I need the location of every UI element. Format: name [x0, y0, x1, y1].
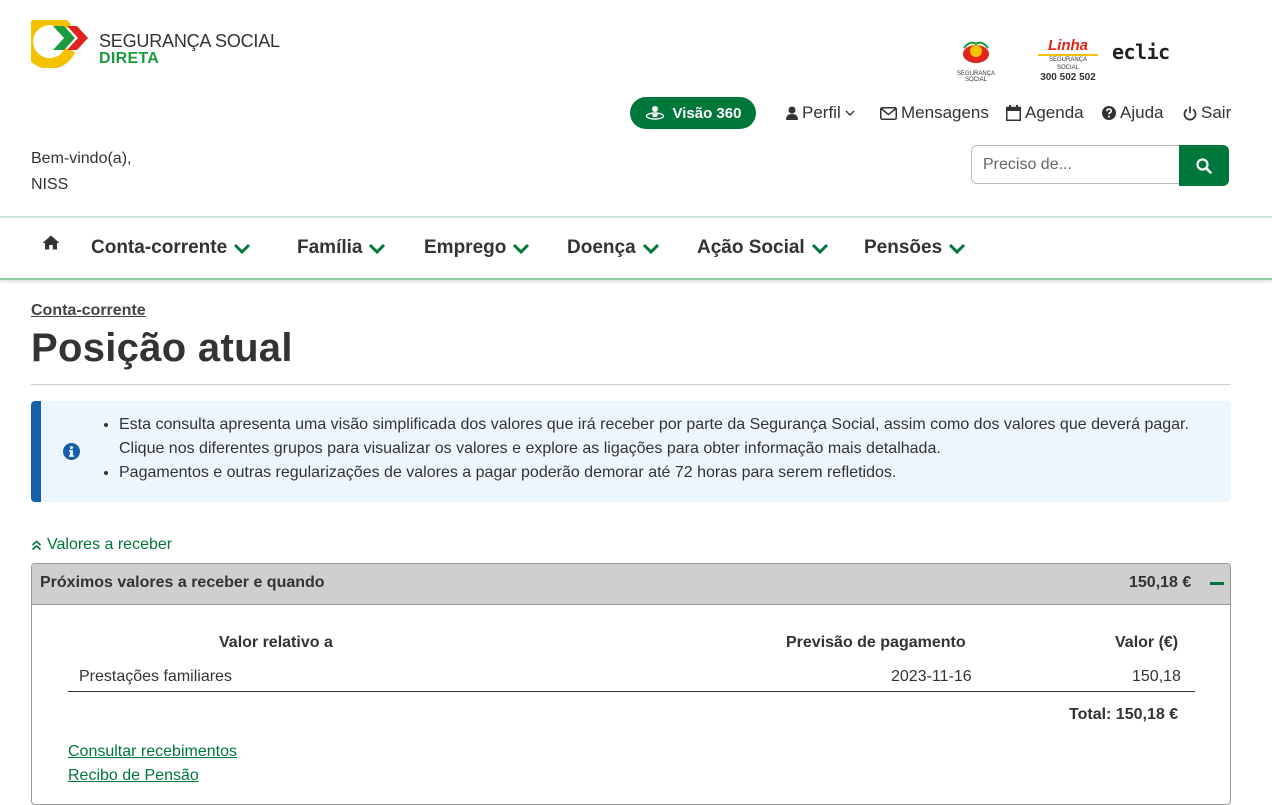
nav-item-label: Doença	[567, 237, 636, 258]
nav-item-familia[interactable]: Família	[297, 237, 386, 259]
ajuda-link[interactable]: Ajuda	[1102, 103, 1163, 123]
chevron-down-icon	[949, 243, 966, 254]
nav-item-acao-social[interactable]: Ação Social	[697, 237, 829, 259]
welcome-greeting: Bem-vindo(a),	[31, 150, 132, 167]
chevron-down-icon	[234, 243, 251, 254]
linha-partner-logo[interactable]: Linha SEGURANÇA SOCIAL 300 502 502	[1038, 38, 1098, 83]
mensagens-link[interactable]: Mensagens	[880, 103, 989, 123]
column-header-valor: Valor (€)	[1115, 634, 1179, 651]
nav-home[interactable]	[42, 235, 60, 255]
toggle-label: Valores a receber	[47, 536, 173, 553]
info-item: Pagamentos e outras regularizações de va…	[119, 461, 1229, 485]
visao-360-button[interactable]: Visão 360	[630, 97, 756, 129]
envelope-icon	[880, 106, 897, 120]
nav-item-label: Pensões	[864, 237, 943, 258]
welcome-user: NISS	[31, 176, 69, 193]
nav-item-label: Conta-corrente	[91, 237, 228, 258]
search-input[interactable]	[971, 145, 1179, 184]
title-divider	[31, 384, 1231, 385]
logo-mark-icon	[31, 20, 88, 68]
panel-header[interactable]: Próximos valores a receber e quando 150,…	[32, 564, 1230, 605]
partner1-caption: SEGURANÇA SOCIAL	[956, 71, 995, 83]
welcome-block: Bem-vindo(a), NISS	[31, 146, 131, 198]
table-divider	[68, 691, 1195, 692]
breadcrumb[interactable]: Conta-corrente	[31, 302, 146, 320]
info-circle-icon	[63, 443, 80, 460]
nav-item-label: Família	[297, 237, 363, 258]
search-bar	[971, 145, 1230, 186]
proximos-valores-panel: Próximos valores a receber e quando 150,…	[31, 563, 1231, 805]
mensagens-label: Mensagens	[901, 103, 989, 122]
seguranca-social-emblem-icon	[963, 41, 989, 63]
nav-item-label: Ação Social	[697, 237, 805, 258]
nav-item-doenca[interactable]: Doença	[567, 237, 660, 259]
column-header-valor-relativo: Valor relativo a	[219, 634, 333, 651]
consultar-recebimentos-link[interactable]: Consultar recebimentos	[68, 743, 237, 761]
main-nav: Conta-corrente Família Emprego Doença Aç…	[0, 216, 1272, 280]
nav-item-emprego[interactable]: Emprego	[424, 237, 530, 259]
chevron-down-icon	[369, 243, 386, 254]
home-icon	[42, 235, 60, 250]
linha-phone: 300 502 502	[1040, 72, 1096, 83]
info-alert: Esta consulta apresenta uma visão simpli…	[31, 401, 1231, 502]
search-icon	[1196, 157, 1212, 174]
panel-title: Próximos valores a receber e quando	[40, 574, 325, 591]
chevron-down-icon	[642, 243, 659, 254]
page-title: Posição atual	[31, 326, 293, 370]
agenda-label: Agenda	[1025, 103, 1084, 122]
ajuda-label: Ajuda	[1120, 103, 1164, 122]
nav-item-conta-corrente[interactable]: Conta-corrente	[91, 237, 251, 259]
column-header-previsao: Previsão de pagamento	[786, 634, 966, 651]
agenda-link[interactable]: Agenda	[1006, 103, 1084, 123]
recibo-de-pensao-link[interactable]: Recibo de Pensão	[68, 767, 199, 785]
logo-subtitle: DIRETA	[99, 50, 160, 67]
person-orbit-icon	[645, 106, 664, 120]
visao-360-label: Visão 360	[672, 104, 742, 122]
eclic-wordmark: eclic	[1112, 40, 1170, 64]
perfil-menu[interactable]: Perfil	[786, 103, 855, 123]
info-item: Esta consulta apresenta uma visão simpli…	[119, 413, 1229, 461]
logo-title: SEGURANÇA SOCIAL	[99, 31, 280, 51]
linha-wordmark: Linha	[1038, 38, 1098, 56]
info-list: Esta consulta apresenta uma visão simpli…	[99, 413, 1229, 485]
question-circle-icon	[1102, 106, 1116, 120]
chevron-down-icon	[513, 243, 530, 254]
double-chevron-up-icon	[31, 539, 42, 550]
partner2-caption: SEGURANÇA SOCIAL	[1048, 57, 1087, 71]
power-icon	[1183, 106, 1197, 120]
chevron-down-icon	[811, 243, 828, 254]
sair-link[interactable]: Sair	[1183, 103, 1231, 123]
chevron-down-icon	[845, 110, 855, 116]
user-icon	[786, 106, 798, 120]
seguranca-social-partner-logo[interactable]: SEGURANÇA SOCIAL	[950, 38, 1002, 83]
sair-label: Sair	[1201, 103, 1232, 122]
cell-previsao: 2023-11-16	[891, 668, 972, 685]
eclic-partner-logo[interactable]: eclic	[1112, 40, 1182, 64]
calendar-icon	[1006, 105, 1021, 121]
table-total: Total: 150,18 €	[1069, 706, 1179, 723]
perfil-label: Perfil	[802, 103, 841, 122]
panel-total: 150,18 €	[1129, 574, 1192, 591]
cell-valor: 150,18	[1132, 668, 1181, 685]
search-button[interactable]	[1179, 145, 1229, 186]
nav-item-pensoes[interactable]: Pensões	[864, 237, 966, 259]
nav-item-label: Emprego	[424, 237, 507, 258]
collapse-minus-icon[interactable]	[1210, 582, 1224, 585]
cell-valor-relativo: Prestações familiares	[79, 668, 232, 685]
valores-a-receber-toggle[interactable]: Valores a receber	[31, 536, 172, 554]
